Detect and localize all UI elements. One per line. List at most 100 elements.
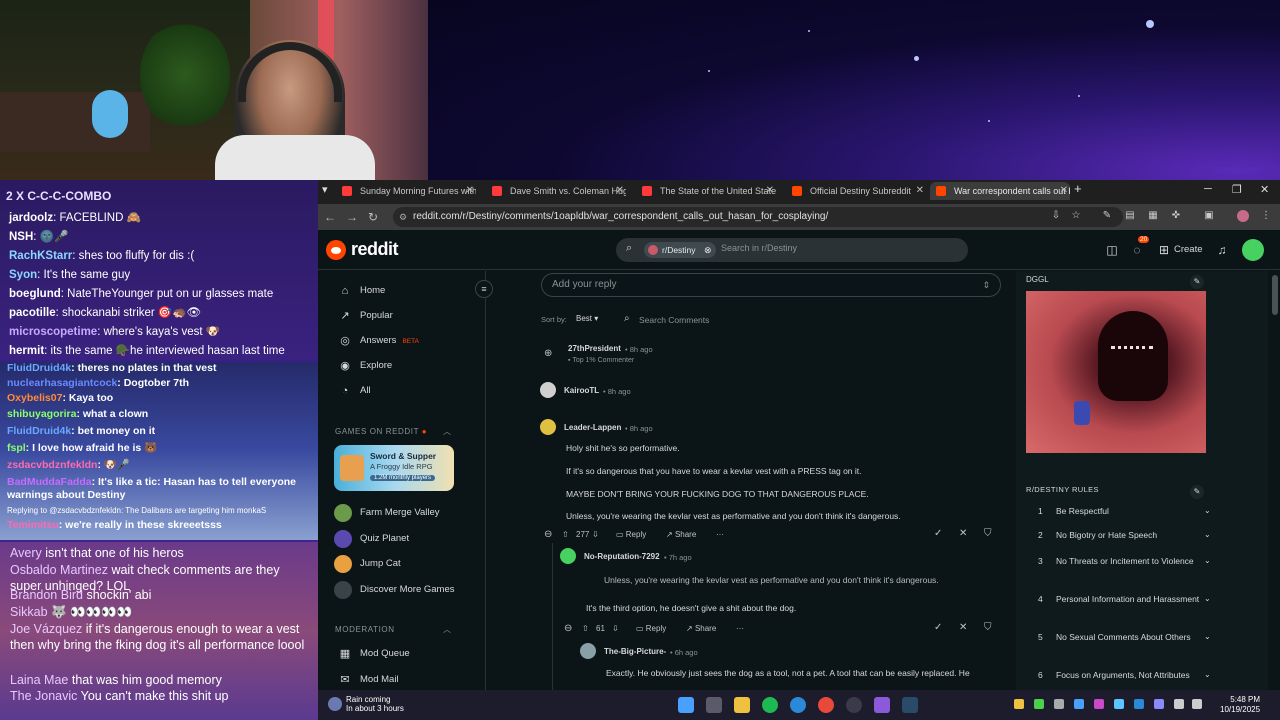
collapse-icon[interactable]: ︿ — [443, 426, 452, 437]
chevron-down-icon[interactable]: ⌄ — [1204, 505, 1211, 517]
reload-button[interactable]: ↻ — [368, 210, 378, 224]
edit-widget-icon[interactable]: ✎ — [1190, 275, 1204, 289]
taskbar-clock[interactable]: 5:48 PM 10/19/2025 — [1220, 695, 1260, 715]
chevron-down-icon[interactable]: ⌄ — [1204, 529, 1211, 541]
sidebar-item-explore[interactable]: ◉ Explore — [338, 358, 392, 374]
site-info-icon[interactable]: ⚙ — [399, 207, 407, 227]
moderation-section-header[interactable]: MODERATION ︿ — [335, 625, 451, 634]
close-window-button[interactable]: ✕ — [1260, 183, 1269, 196]
tab-close-icon[interactable]: ✕ — [766, 182, 774, 200]
mod-item[interactable]: ✉ Mod Mail — [338, 672, 398, 688]
sort-dropdown[interactable]: Best ▾ — [576, 314, 598, 323]
tab-close-icon[interactable]: ✕ — [616, 182, 624, 200]
weather-icon[interactable] — [328, 697, 342, 711]
advertise-icon[interactable]: ◫ — [1104, 242, 1120, 258]
browser-tab[interactable]: Official Destiny Subreddit ✕ — [786, 182, 926, 200]
volume-icon[interactable] — [1192, 699, 1202, 709]
chat-icon[interactable]: ◌ — [1129, 242, 1145, 258]
profile-avatar[interactable] — [1237, 210, 1249, 222]
search-comments-input[interactable]: Search Comments — [639, 315, 709, 325]
chrome-icon[interactable] — [818, 697, 834, 713]
reddit-logo-icon[interactable] — [326, 240, 346, 260]
share-button[interactable]: ↗ Share — [686, 624, 716, 633]
dggl-image[interactable] — [1026, 291, 1206, 453]
mod-shield-icon[interactable]: ⛉ — [984, 622, 992, 633]
wifi-icon[interactable] — [1174, 699, 1184, 709]
tab-close-icon[interactable]: ✕ — [1060, 182, 1068, 200]
create-plus-icon[interactable]: ⊞ — [1156, 242, 1172, 258]
search-bar[interactable]: ⌕ r/Destiny ⊗ Search in r/Destiny — [616, 238, 968, 262]
upvote-icon[interactable]: ⇧ — [562, 530, 569, 539]
more-options-button[interactable]: ··· — [736, 624, 744, 633]
game-item[interactable]: Discover More Games — [334, 580, 455, 599]
trash-extension-icon[interactable]: ▤ — [1124, 210, 1136, 222]
user-avatar[interactable] — [1242, 239, 1264, 261]
bookmark-star-icon[interactable]: ☆ — [1070, 210, 1082, 222]
extension-icon[interactable]: ✎ — [1101, 210, 1113, 222]
sidebar-item-answers[interactable]: ◎ Answers BETA — [338, 333, 419, 349]
reply-button[interactable]: ▭ Reply — [616, 530, 646, 539]
tray-icon[interactable] — [1094, 699, 1104, 709]
chevron-down-icon[interactable]: ⌄ — [1204, 631, 1211, 643]
mod-shield-icon[interactable]: ⛉ — [984, 528, 992, 539]
forward-button[interactable]: → — [346, 210, 358, 224]
edge-icon[interactable] — [790, 697, 806, 713]
game-card-sword-supper[interactable]: Sword & Supper A Froggy Idle RPG 1.2M mo… — [334, 445, 454, 491]
extensions-puzzle-icon[interactable]: ✜ — [1170, 210, 1182, 222]
page-scrollbar[interactable] — [1272, 275, 1278, 315]
tray-icon[interactable] — [1074, 699, 1084, 709]
chevron-down-icon[interactable]: ⌄ — [1204, 593, 1211, 605]
game-item[interactable]: Quiz Planet — [334, 529, 409, 548]
obs-icon[interactable] — [846, 697, 862, 713]
maximize-button[interactable]: ❐ — [1232, 183, 1242, 196]
spotify-icon[interactable] — [762, 697, 778, 713]
search-subreddit-chip[interactable]: r/Destiny ⊗ — [644, 242, 716, 258]
collapse-thread-icon[interactable]: ⊖ — [564, 623, 572, 634]
game-item[interactable]: Jump Cat — [334, 555, 401, 573]
user-avatar[interactable] — [580, 643, 596, 659]
tray-icon[interactable] — [1114, 699, 1124, 709]
collapse-thread-icon[interactable]: ⊖ — [544, 529, 552, 540]
url-field[interactable]: ⚙ reddit.com/r/Destiny/comments/1oapldb/… — [393, 207, 1123, 227]
tray-icon[interactable] — [1034, 699, 1044, 709]
sidebar-item-all[interactable]: ◔ All — [338, 383, 371, 399]
sidebar-item-home[interactable]: ⌂ Home — [338, 283, 386, 299]
comment-username[interactable]: KairooTL — [564, 386, 599, 395]
tab-close-icon[interactable]: ✕ — [466, 182, 474, 200]
expand-thread-icon[interactable]: ⊕ — [544, 348, 552, 359]
comment-username[interactable]: No-Reputation-7292 — [584, 552, 660, 561]
chip-remove-icon[interactable]: ⊗ — [704, 242, 712, 258]
chevron-down-icon[interactable]: ⌄ — [1204, 669, 1211, 681]
approve-icon[interactable]: ✓ — [934, 528, 942, 539]
comment-username[interactable]: 27thPresident — [568, 344, 621, 353]
notification-bell-icon[interactable]: ♫ — [1214, 242, 1230, 258]
comment-username[interactable]: Leader-Lappen — [564, 423, 621, 432]
comment-username[interactable]: The-Big-Picture- — [604, 647, 666, 656]
reddit-wordmark[interactable]: reddit — [351, 239, 399, 260]
tray-icon[interactable] — [1014, 699, 1024, 709]
user-avatar[interactable] — [560, 548, 576, 564]
install-icon[interactable]: ⇩ — [1050, 210, 1062, 222]
task-view-icon[interactable] — [706, 697, 722, 713]
reply-input[interactable]: Add your reply ⇕ — [541, 273, 1001, 297]
share-button[interactable]: ↗ Share — [666, 530, 696, 539]
user-avatar[interactable] — [540, 419, 556, 435]
tray-icon[interactable] — [1134, 699, 1144, 709]
tab-search-icon[interactable]: ▾ — [322, 183, 328, 196]
downvote-icon[interactable]: ⇩ — [592, 530, 599, 539]
create-button[interactable]: Create — [1174, 244, 1203, 255]
start-button-icon[interactable] — [678, 697, 694, 713]
chevron-down-icon[interactable]: ⌄ — [1204, 555, 1211, 567]
games-section-header[interactable]: GAMES ON REDDIT ● ︿ — [335, 427, 451, 436]
side-panel-icon[interactable]: ▣ — [1203, 210, 1215, 222]
edit-rules-icon[interactable]: ✎ — [1190, 485, 1204, 499]
mod-item[interactable]: ▦ Mod Queue — [338, 646, 410, 662]
remove-icon[interactable]: ✕ — [959, 622, 967, 633]
user-avatar[interactable] — [540, 382, 556, 398]
remove-icon[interactable]: ✕ — [959, 528, 967, 539]
app-icon[interactable] — [874, 697, 890, 713]
browser-tab[interactable]: The State of the United States: ✕ — [636, 182, 776, 200]
tab-close-icon[interactable]: ✕ — [916, 182, 924, 200]
steam-icon[interactable] — [902, 697, 918, 713]
tray-icon[interactable] — [1154, 699, 1164, 709]
